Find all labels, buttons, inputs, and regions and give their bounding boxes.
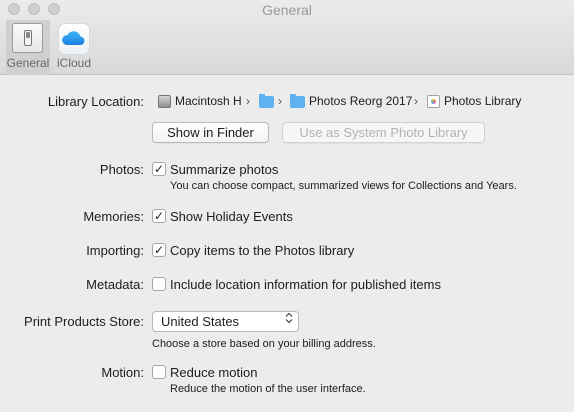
icloud-icon — [58, 23, 90, 55]
location-info-label[interactable]: Include location information for publish… — [170, 277, 441, 292]
chevron-right-icon: › — [278, 94, 282, 108]
path-item-photos-library[interactable]: Photos Library — [427, 94, 521, 110]
folder-icon — [290, 94, 305, 108]
print-store-value: United States — [161, 314, 240, 329]
chevron-right-icon: › — [246, 94, 250, 108]
path-item-disk[interactable]: Macintosh H — [158, 94, 242, 110]
metadata-label: Metadata: — [86, 277, 144, 292]
summarize-photos-checkbox[interactable]: ✓ — [152, 162, 166, 176]
folder-icon — [259, 94, 274, 108]
reduce-motion-label[interactable]: Reduce motion — [170, 365, 257, 380]
tab-general-label: General — [6, 56, 50, 70]
summarize-photos-label[interactable]: Summarize photos — [170, 162, 278, 177]
photos-library-icon — [427, 95, 440, 108]
reduce-motion-checkbox[interactable] — [152, 365, 166, 379]
path-item-folder[interactable] — [259, 94, 278, 110]
copy-items-checkbox[interactable]: ✓ — [152, 243, 166, 257]
updown-arrows-icon — [285, 312, 293, 331]
tab-icloud[interactable]: iCloud — [54, 20, 94, 75]
photos-label: Photos: — [99, 162, 144, 177]
path-item-photos-reorg[interactable]: Photos Reorg 2017 — [290, 94, 412, 110]
print-store-label: Print Products Store: — [24, 314, 144, 329]
location-info-checkbox[interactable] — [152, 277, 166, 291]
general-switch-icon — [12, 23, 43, 53]
memories-label: Memories: — [83, 209, 144, 224]
holiday-events-label[interactable]: Show Holiday Events — [170, 209, 293, 224]
path-item-label: Macintosh H — [175, 94, 242, 108]
importing-label: Importing: — [86, 243, 144, 258]
hard-disk-icon — [158, 95, 171, 108]
holiday-events-checkbox[interactable]: ✓ — [152, 209, 166, 223]
motion-label: Motion: — [101, 365, 144, 380]
show-in-finder-button[interactable]: Show in Finder — [152, 122, 269, 143]
chevron-right-icon: › — [414, 94, 418, 108]
use-as-system-library-button[interactable]: Use as System Photo Library — [282, 122, 485, 143]
path-item-label: Photos Library — [444, 94, 522, 108]
print-store-description: Choose a store based on your billing add… — [152, 338, 376, 350]
summarize-photos-description: You can choose compact, summarized views… — [170, 180, 517, 192]
print-store-select[interactable]: United States — [152, 311, 299, 332]
copy-items-label[interactable]: Copy items to the Photos library — [170, 243, 354, 258]
path-item-label: Photos Reorg 2017 — [309, 94, 413, 108]
title-toolbar: General General iCloud — [0, 0, 574, 75]
window-title: General — [262, 2, 312, 18]
library-location-label: Library Location: — [47, 94, 144, 109]
tab-icloud-label: iCloud — [56, 56, 92, 70]
preferences-window: General General iCloud Library Location:… — [0, 0, 574, 412]
reduce-motion-description: Reduce the motion of the user interface. — [170, 383, 366, 395]
tab-general[interactable]: General — [6, 20, 50, 75]
